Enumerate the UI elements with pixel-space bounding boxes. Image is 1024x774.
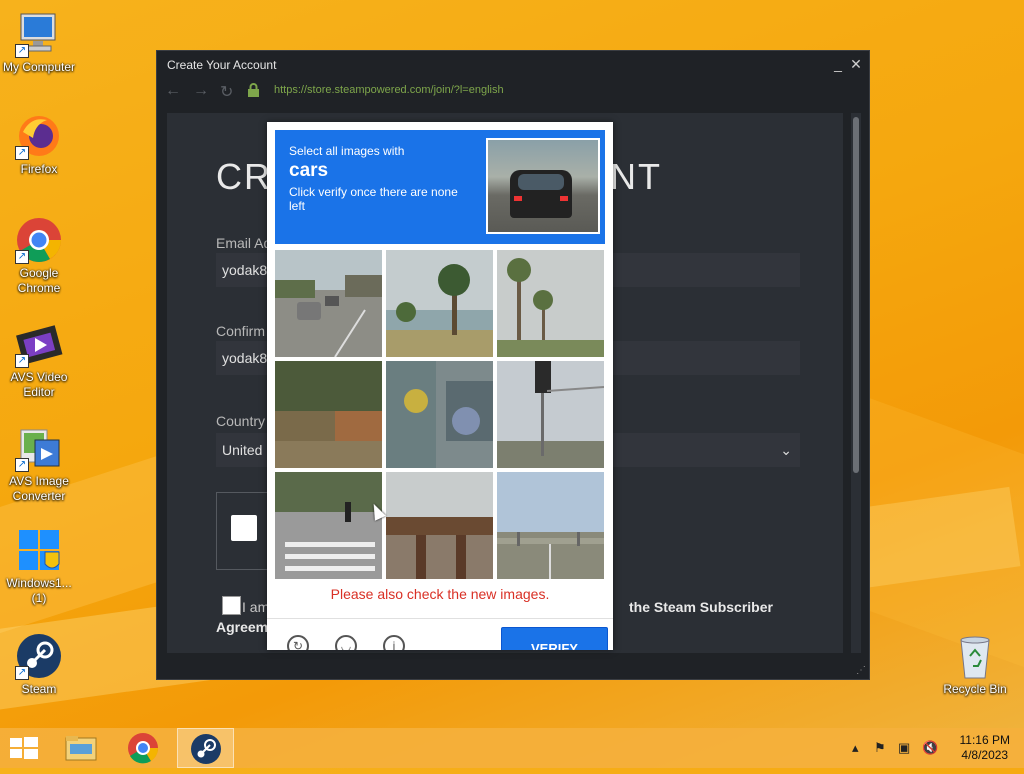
captcha-error-message: Please also check the new images. [330, 586, 550, 602]
captcha-instructions: Click verify once there are none left [289, 185, 458, 213]
steam-icon [191, 734, 221, 764]
back-arrow-icon[interactable]: ← [165, 82, 181, 100]
windows-setup-icon [15, 526, 63, 574]
shortcut-arrow-icon: ↗ [15, 666, 29, 680]
captcha-tile[interactable] [386, 250, 493, 357]
captcha-target: cars [289, 160, 329, 181]
desktop-icon-avs-image-converter[interactable]: ↗ AVS Image Converter [1, 424, 77, 504]
subscriber-agreement-link[interactable]: the Steam Subscriber [629, 599, 773, 615]
captcha-tile[interactable] [497, 361, 604, 468]
resize-grip-icon[interactable]: ⋰ [856, 665, 866, 676]
chrome-icon [128, 733, 159, 764]
captcha-footer: ↻ ◡ i VERIFY [267, 618, 613, 650]
shortcut-arrow-icon: ↗ [15, 44, 29, 58]
desktop-icon-label: Steam [21, 682, 57, 696]
chevron-down-icon: ⌄ [780, 442, 792, 458]
refresh-icon[interactable]: ↻ [287, 635, 309, 650]
desktop-icon-label: Recycle Bin [943, 682, 1007, 696]
desktop-icon-label: Windows1... (1) [6, 576, 72, 605]
show-hidden-icons-icon[interactable]: ▴ [852, 740, 859, 756]
action-center-flag-icon[interactable]: ⚑ [874, 740, 886, 756]
recycle-bin-icon [951, 632, 999, 680]
captcha-challenge: Select all images with cars Click verify… [267, 122, 613, 650]
window-title: Create Your Account [167, 58, 277, 72]
windows-logo-icon [10, 737, 38, 759]
desktop-icon-steam[interactable]: ↗ Steam [1, 632, 77, 697]
folder-icon [65, 736, 97, 761]
captcha-tile[interactable] [386, 361, 493, 468]
captcha-tile[interactable] [497, 250, 604, 357]
audio-challenge-icon[interactable]: ◡ [335, 635, 357, 650]
firefox-icon: ↗ [15, 112, 63, 160]
minimize-button[interactable]: _ [831, 55, 845, 73]
shortcut-arrow-icon: ↗ [15, 250, 29, 264]
car-icon [510, 170, 572, 218]
agree-checkbox[interactable] [222, 596, 241, 615]
verify-button[interactable]: VERIFY [501, 627, 608, 650]
address-url[interactable]: https://store.steampowered.com/join/?l=e… [274, 84, 504, 96]
window-titlebar[interactable]: Create Your Account _ ✕ [157, 51, 869, 79]
captcha-tile[interactable] [386, 472, 493, 579]
avs-video-editor-icon: ↗ [15, 320, 63, 368]
agree-text: I am [242, 599, 270, 615]
desktop-icon-label: AVS Image Converter [9, 474, 69, 503]
avs-image-converter-icon: ↗ [15, 424, 63, 472]
captcha-example-image [486, 138, 600, 234]
email-label: Email Ad [216, 235, 272, 251]
desktop-icon-label: Google Chrome [17, 266, 61, 295]
shortcut-arrow-icon: ↗ [15, 458, 29, 472]
desktop-icon-recycle-bin[interactable]: Recycle Bin [937, 632, 1013, 697]
country-label: Country [216, 413, 266, 429]
confirm-email-label: Confirm [216, 323, 266, 339]
clock-time: 11:16 PM [959, 733, 1010, 747]
captcha-header: Select all images with cars Click verify… [275, 130, 605, 244]
desktop-icon-windows-setup[interactable]: Windows1... (1) [1, 526, 77, 606]
info-icon[interactable]: i [383, 635, 405, 650]
captcha-tile[interactable] [275, 250, 382, 357]
scrollbar[interactable] [851, 113, 861, 653]
taskbar-chrome[interactable] [116, 728, 170, 768]
shortcut-arrow-icon: ↗ [15, 146, 29, 160]
captcha-tile[interactable] [275, 472, 382, 579]
country-value: United [222, 442, 263, 458]
desktop-icon-label: Firefox [20, 162, 58, 176]
forward-arrow-icon[interactable]: → [193, 82, 209, 100]
desktop-icon-label: My Computer [2, 60, 76, 74]
desktop-icon-firefox[interactable]: ↗ Firefox [1, 112, 77, 177]
browser-navbar: ← → ↻ https://store.steampowered.com/joi… [157, 79, 869, 103]
clock-date: 4/8/2023 [961, 748, 1009, 762]
desktop-icon-google-chrome[interactable]: ↗ Google Chrome [1, 216, 77, 296]
taskbar-steam[interactable] [177, 728, 234, 768]
volume-muted-icon[interactable]: 🔇 [922, 740, 938, 756]
captcha-tile[interactable] [497, 472, 604, 579]
scrollbar-thumb[interactable] [853, 117, 859, 473]
desktop-icon-my-computer[interactable]: ↗ My Computer [1, 10, 77, 75]
close-button[interactable]: ✕ [849, 55, 863, 73]
captcha-prompt: Select all images with [289, 144, 405, 158]
reload-icon[interactable]: ↻ [220, 82, 233, 102]
desktop-icon-label: AVS Video Editor [10, 370, 68, 399]
system-clock[interactable]: 11:16 PM 4/8/2023 [960, 733, 1010, 763]
network-icon[interactable]: ▣ [898, 740, 910, 756]
computer-icon: ↗ [15, 10, 63, 58]
start-button[interactable] [0, 728, 54, 768]
shortcut-arrow-icon: ↗ [15, 354, 29, 368]
taskbar-file-explorer[interactable] [54, 728, 108, 768]
chrome-icon: ↗ [15, 216, 63, 264]
taskbar: ▴ ⚑ ▣ 🔇 11:16 PM 4/8/2023 [0, 728, 1024, 768]
steam-icon: ↗ [15, 632, 63, 680]
captcha-tile[interactable] [275, 361, 382, 468]
agreement-link[interactable]: Agreem [216, 619, 268, 635]
desktop-icon-avs-video-editor[interactable]: ↗ AVS Video Editor [1, 320, 77, 400]
recaptcha-checkbox[interactable] [231, 515, 257, 541]
lock-icon [248, 83, 259, 97]
